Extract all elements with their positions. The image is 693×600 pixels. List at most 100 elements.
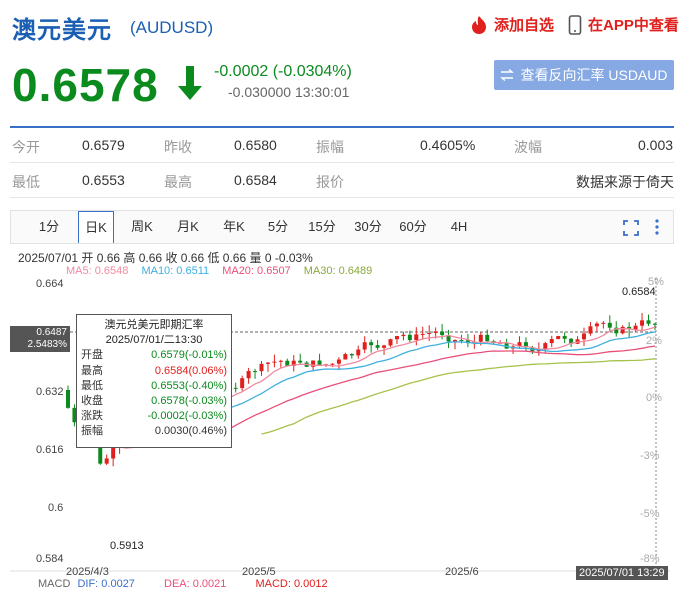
- tab-yearly[interactable]: 年K: [216, 211, 252, 243]
- candle-body: [104, 458, 109, 464]
- candle-body: [265, 362, 270, 364]
- ma30-label: MA30: 0.6489: [303, 265, 373, 277]
- y-pct-label: 2%: [646, 335, 662, 347]
- swap-icon: [500, 69, 515, 81]
- tooltip-row: 涨跌 -0.0002(-0.03%): [81, 410, 227, 423]
- fullscreen-icon[interactable]: [623, 220, 639, 236]
- candle-body: [278, 360, 283, 362]
- ma20-label: MA20: 0.6507: [222, 265, 291, 277]
- ohlc-summary: 2025/07/01 开 0.66 高 0.66 收 0.66 低 0.66 量…: [18, 251, 313, 265]
- candle-body: [582, 333, 586, 340]
- candle-body: [356, 349, 361, 356]
- y-pct-label: 0%: [646, 392, 662, 404]
- fire-icon: [472, 15, 486, 34]
- tab-4h[interactable]: 4H: [441, 211, 477, 243]
- prev-close-value: 0.6580: [234, 137, 277, 153]
- candle-body: [601, 322, 606, 324]
- candle-body: [633, 325, 638, 330]
- candle-body: [433, 331, 438, 333]
- x-label: 2025/5: [242, 566, 276, 578]
- down-arrow-icon: [178, 66, 202, 100]
- candle-body: [388, 339, 393, 346]
- candle-body: [394, 336, 399, 340]
- ma-legend: MA5: 0.6548 MA10: 0.6511 MA20: 0.6507 MA…: [66, 265, 382, 277]
- y-pct-label: -5%: [640, 508, 660, 520]
- y-label: 0.6: [48, 502, 64, 514]
- candle-body: [652, 323, 657, 325]
- candle-body: [427, 332, 432, 334]
- y-label: 0.584: [36, 553, 64, 565]
- tooltip-row: 最高 0.6584(0.06%): [81, 364, 227, 377]
- candle-body: [343, 354, 348, 360]
- stats-row: 最低 0.6553 最高 0.6584 报价 数据来源于倚天: [10, 163, 674, 198]
- page-title: 澳元美元: [12, 17, 112, 44]
- candle-body: [485, 334, 490, 342]
- candle-body: [401, 334, 406, 337]
- macd-value: MACD: 0.0012: [255, 578, 328, 590]
- tab-30min[interactable]: 30分: [350, 211, 386, 243]
- tab-5min[interactable]: 5分: [260, 211, 296, 243]
- macd-legend: MACD DIF: 0.0027 DEA: 0.0021 MACD: 0.001…: [38, 578, 328, 590]
- low-mark: 0.5913: [110, 540, 144, 552]
- y-label: 0.632: [36, 386, 64, 398]
- candle-body: [330, 363, 335, 365]
- tooltip-row: 开盘 0.6579(-0.01%): [81, 349, 227, 362]
- candle-body: [369, 342, 374, 346]
- candle-body: [420, 333, 425, 335]
- candle-body: [233, 387, 238, 389]
- candle-body: [246, 371, 251, 379]
- ma5-label: MA5: 0.6548: [66, 265, 129, 277]
- candle-body: [414, 334, 419, 341]
- candle-body: [349, 354, 354, 356]
- stats-table: 今开 0.6579 昨收 0.6580 振幅 0.4605% 波幅 0.003 …: [10, 126, 674, 198]
- high-mark: 0.6584: [622, 286, 656, 298]
- symbol-code: (AUDUSD): [130, 18, 214, 37]
- high-value: 0.6584: [234, 172, 277, 188]
- y-pct-label: -8%: [640, 553, 660, 565]
- candle-body: [588, 326, 593, 334]
- y-pct-label: -3%: [640, 450, 660, 462]
- add-watchlist-button[interactable]: 添加自选: [470, 14, 554, 35]
- tab-weekly[interactable]: 周K: [124, 211, 160, 243]
- candle-body: [259, 363, 264, 372]
- x-label: 2025/6: [445, 566, 479, 578]
- candle-body: [382, 345, 387, 348]
- macd-dif: DIF: 0.0027: [77, 578, 135, 590]
- candle-body: [646, 320, 651, 324]
- tooltip-row: 最低 0.6553(-0.40%): [81, 379, 227, 392]
- candle-body: [298, 360, 303, 363]
- candle-body: [640, 320, 645, 326]
- change-time: -0.030000 13:30:01: [228, 84, 350, 100]
- amplitude-value: 0.4605%: [420, 137, 476, 153]
- candle-body: [407, 334, 412, 341]
- tab-1min[interactable]: 1分: [31, 211, 67, 243]
- tab-60min[interactable]: 60分: [395, 211, 431, 243]
- ohlc-tooltip: 澳元兑美元即期汇率 2025/07/01/二13:30 开盘 0.6579(-0.…: [76, 314, 232, 448]
- view-in-app-button[interactable]: 在APP中查看: [568, 14, 679, 35]
- candle-body: [240, 378, 245, 389]
- low-value: 0.6553: [82, 172, 125, 188]
- tooltip-row: 振幅 0.0030(0.46%): [81, 425, 227, 438]
- tab-15min[interactable]: 15分: [304, 211, 340, 243]
- candle-body: [66, 390, 70, 408]
- more-icon[interactable]: [654, 218, 660, 236]
- current-price: 0.6578: [12, 59, 159, 111]
- candle-body: [607, 322, 612, 328]
- header: 澳元美元 (AUDUSD) 添加自选 在APP中查看: [0, 0, 693, 50]
- candle-body: [362, 342, 367, 350]
- tab-monthly[interactable]: 月K: [170, 211, 206, 243]
- candle-body: [562, 336, 567, 339]
- candle-body: [620, 326, 625, 334]
- macd-dea: DEA: 0.0021: [164, 578, 227, 590]
- tooltip-date: 2025/07/01/二13:30: [105, 334, 203, 347]
- candle-body: [556, 336, 561, 339]
- tab-daily[interactable]: 日K: [78, 211, 114, 243]
- candle-body: [375, 345, 380, 348]
- candle-body: [317, 360, 322, 365]
- candle-body: [440, 331, 445, 336]
- candle-body: [594, 323, 599, 327]
- candle-body: [111, 446, 116, 459]
- wave-value: 0.003: [638, 137, 674, 153]
- reverse-rate-button[interactable]: 查看反向汇率 USDAUD: [494, 60, 674, 90]
- candle-body: [459, 340, 464, 342]
